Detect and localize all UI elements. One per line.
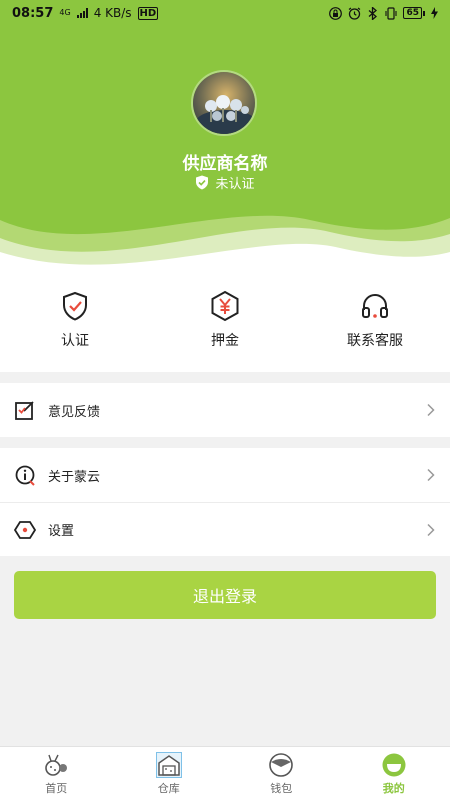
logout-button[interactable]: 退出登录 — [14, 571, 436, 619]
settings-hexagon-icon — [14, 520, 36, 539]
network-speed: 4 KB/s — [93, 6, 132, 20]
avatar-image — [193, 72, 255, 134]
bottom-nav: 首页 仓库 钱包 我的 — [0, 746, 450, 800]
lock-icon — [329, 6, 343, 20]
quick-action-customer-service[interactable]: 联系客服 — [300, 268, 450, 372]
battery-icon: 65 — [403, 7, 425, 19]
quick-action-label: 联系客服 — [347, 333, 403, 349]
status-bar: 08:57 4G 4 KB/s HD 65 — [0, 0, 450, 26]
menu-item-label: 设置 — [48, 524, 75, 539]
nav-label: 首页 — [45, 781, 68, 795]
profile-icon — [382, 753, 406, 776]
verification-status-text: 未认证 — [215, 177, 255, 192]
network-type: 4G — [59, 8, 71, 17]
chevron-right-icon — [427, 523, 435, 536]
status-time: 08:57 — [12, 5, 54, 21]
menu-item-feedback[interactable]: 意见反馈 — [0, 383, 450, 437]
menu-item-about[interactable]: 关于蒙云 — [0, 448, 450, 502]
menu-item-label: 意见反馈 — [48, 404, 101, 420]
chevron-right-icon — [427, 468, 435, 482]
menu-item-label: 关于蒙云 — [48, 469, 101, 485]
nav-label: 钱包 — [270, 781, 293, 795]
hd-badge: HD — [137, 6, 159, 20]
headset-icon — [362, 294, 388, 318]
quick-actions: 认证 押金 联系客服 — [0, 268, 450, 372]
verified-shield-icon — [196, 175, 209, 190]
nav-label: 我的 — [382, 781, 405, 795]
alarm-icon — [349, 7, 361, 20]
nav-item-home[interactable]: 首页 — [0, 747, 113, 800]
supplier-name: 供应商名称 — [182, 154, 268, 174]
menu-group-about-settings: 关于蒙云 设置 — [0, 448, 450, 556]
yen-hexagon-icon — [211, 290, 239, 322]
shield-check-icon — [63, 291, 87, 321]
menu-item-settings[interactable]: 设置 — [0, 502, 450, 556]
nav-label: 仓库 — [157, 781, 180, 795]
menu-group-feedback: 意见反馈 — [0, 383, 450, 437]
charging-icon — [431, 7, 438, 19]
header-wave-decoration — [0, 215, 450, 268]
profile-header: 供应商名称 未认证 — [0, 0, 450, 268]
quick-action-label: 认证 — [61, 333, 89, 349]
bluetooth-icon — [369, 6, 378, 20]
info-icon — [15, 465, 35, 486]
battery-level: 65 — [403, 7, 422, 19]
nav-item-warehouse[interactable]: 仓库 — [113, 747, 226, 800]
quick-action-deposit[interactable]: 押金 — [150, 268, 300, 372]
nav-item-profile[interactable]: 我的 — [338, 747, 450, 800]
nav-item-wallet[interactable]: 钱包 — [225, 747, 338, 800]
avatar[interactable] — [191, 70, 257, 136]
vibrate-icon — [385, 6, 398, 20]
verification-status: 未认证 — [0, 173, 450, 192]
wallet-icon — [269, 752, 294, 777]
home-icon — [45, 754, 68, 776]
warehouse-icon — [155, 751, 182, 778]
quick-action-label: 押金 — [211, 333, 239, 349]
feedback-edit-icon — [15, 401, 34, 420]
quick-action-certification[interactable]: 认证 — [0, 268, 150, 372]
signal-icon — [76, 8, 88, 18]
chevron-right-icon — [427, 403, 435, 417]
